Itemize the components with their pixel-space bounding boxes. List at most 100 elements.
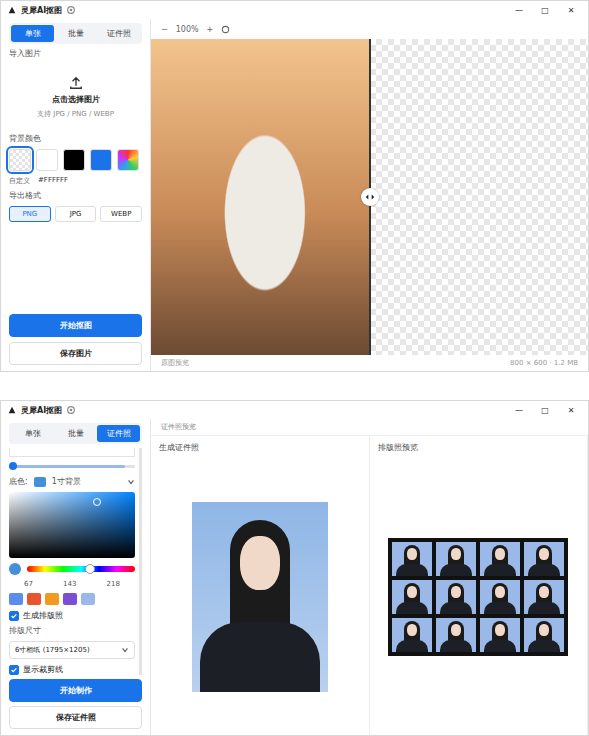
save-button[interactable]: 保存证件照 <box>9 706 142 729</box>
layout-checkbox[interactable]: 生成排版照 <box>9 610 135 621</box>
checkbox[interactable] <box>9 611 19 621</box>
hue-row <box>9 563 135 575</box>
mode-tab[interactable]: 单张 <box>11 25 54 42</box>
background-label: 底色: <box>9 476 28 487</box>
settings-icon[interactable] <box>66 405 76 415</box>
matting-window: 灵犀AI抠图 — □ ✕ 单张批量证件照 导入图片 点击选择图片 支持 JPG / … <box>0 0 589 372</box>
start-button[interactable]: 开始制作 <box>9 679 142 702</box>
checkbox[interactable] <box>9 665 19 675</box>
settings-scroll: 底色: 1寸背景 67 143 218 生成排版照 排版尺寸 6寸相纸 (1795×… <box>9 448 142 675</box>
layout-photo <box>436 618 476 652</box>
window-control[interactable]: — <box>508 6 530 15</box>
status-right: 800 × 600 · 1.2 MB <box>510 359 578 367</box>
page: 灵犀AI抠图 — □ ✕ 单张批量证件照 导入图片 点击选择图片 支持 JPG / … <box>0 0 589 736</box>
original-photo <box>151 39 370 355</box>
window-title: 灵犀AI抠图 <box>21 5 62 16</box>
window-control[interactable]: □ <box>534 406 556 415</box>
mode-tab[interactable]: 证件照 <box>97 425 140 442</box>
size-select[interactable]: 6寸相纸 (1795×1205) <box>9 641 135 659</box>
size-label: 排版尺寸 <box>9 626 135 636</box>
window-control[interactable]: ✕ <box>560 6 582 15</box>
background-select[interactable]: 1寸背景 <box>52 476 121 487</box>
layout-photo <box>524 618 564 652</box>
id-photo-pane: 生成证件照 <box>151 436 370 735</box>
preset-swatch[interactable] <box>9 593 23 605</box>
rgb-value[interactable]: 218 <box>107 580 120 588</box>
mode-tab[interactable]: 批量 <box>54 25 97 42</box>
layout-sheet <box>388 538 568 656</box>
side-panel: 单张批量证件照 底色: 1寸背景 67 143 218 生成排版照 排版尺寸 6寸相… <box>1 419 151 735</box>
custom-value[interactable]: #FFFFFF <box>38 176 68 186</box>
color-swatch[interactable] <box>9 149 31 171</box>
slider[interactable] <box>9 465 135 468</box>
format-options: PNGJPGWEBP <box>9 206 142 222</box>
format-option[interactable]: WEBP <box>100 206 142 222</box>
status-bar: 原图预览 800 × 600 · 1.2 MB <box>151 355 588 371</box>
rgb-value[interactable]: 143 <box>63 580 76 588</box>
background-row: 底色: 1寸背景 <box>9 476 135 487</box>
window-control[interactable]: — <box>508 406 530 415</box>
zoom-value: 100% <box>176 25 199 34</box>
layout-photo <box>480 618 520 652</box>
rgb-values: 67 143 218 <box>9 580 135 588</box>
hue-slider[interactable] <box>27 566 135 572</box>
compare-handle-icon[interactable] <box>361 188 379 206</box>
background-label: 背景颜色 <box>9 134 142 144</box>
swatch-row <box>9 149 142 171</box>
pane-title: 生成证件照 <box>151 436 369 459</box>
mode-tab[interactable]: 单张 <box>11 425 54 442</box>
hidden-field <box>9 448 135 457</box>
title-bar: 灵犀AI抠图 — □ ✕ <box>1 401 588 419</box>
preview-header: 证件照预览 <box>151 419 588 436</box>
hue-knob[interactable] <box>85 564 95 574</box>
mode-tabs: 单张批量证件照 <box>9 423 142 444</box>
layout-photo <box>480 580 520 614</box>
app-logo-icon <box>7 5 17 15</box>
transparent-result <box>370 39 589 355</box>
compare-divider[interactable] <box>369 39 371 355</box>
upload-text: 点击选择图片 <box>52 94 100 105</box>
settings-icon[interactable] <box>66 5 76 15</box>
start-button[interactable]: 开始抠图 <box>9 314 142 337</box>
upload-icon <box>69 76 83 90</box>
side-panel: 单张批量证件照 导入图片 点击选择图片 支持 JPG / PNG / WEBP … <box>1 19 151 371</box>
preset-swatch[interactable] <box>45 593 59 605</box>
layout-photo <box>436 580 476 614</box>
upload-hint: 支持 JPG / PNG / WEBP <box>37 109 114 119</box>
id-photo <box>192 502 328 692</box>
mode-tab[interactable]: 证件照 <box>97 25 140 42</box>
color-swatch[interactable] <box>36 149 58 171</box>
color-swatch[interactable] <box>90 149 112 171</box>
save-button[interactable]: 保存图片 <box>9 342 142 365</box>
preset-swatch[interactable] <box>63 593 77 605</box>
window-title: 灵犀AI抠图 <box>21 405 62 416</box>
mode-tab[interactable]: 批量 <box>54 425 97 442</box>
layout-photo <box>524 542 564 576</box>
layout-pane: 排版照预览 <box>370 436 589 735</box>
chevron-down-icon <box>121 646 129 654</box>
color-picker[interactable] <box>9 492 135 558</box>
window-control[interactable]: □ <box>534 6 556 15</box>
zoom-in-button[interactable]: + <box>207 25 214 34</box>
layout-photo <box>524 580 564 614</box>
slider-knob[interactable] <box>9 462 17 470</box>
preview-area: − 100% + 原图预览 800 × 600 · 1.2 MB <box>151 19 588 371</box>
preview-area: 证件照预览 生成证件照 排版照预览 <box>151 419 588 735</box>
upload-area[interactable]: 点击选择图片 支持 JPG / PNG / WEBP <box>9 64 142 129</box>
zoom-out-button[interactable]: − <box>161 25 168 34</box>
layout-photo <box>480 542 520 576</box>
picker-cursor[interactable] <box>93 498 101 506</box>
preset-swatch[interactable] <box>81 593 95 605</box>
rgb-value[interactable]: 67 <box>24 580 33 588</box>
compare-canvas[interactable] <box>151 39 588 355</box>
format-option[interactable]: PNG <box>9 206 51 222</box>
reset-icon[interactable] <box>221 25 230 34</box>
color-swatch[interactable] <box>117 149 139 171</box>
cropline-checkbox[interactable]: 显示裁剪线 <box>9 664 135 675</box>
preset-swatch[interactable] <box>27 593 41 605</box>
color-swatch[interactable] <box>63 149 85 171</box>
format-option[interactable]: JPG <box>55 206 97 222</box>
window-control[interactable]: ✕ <box>560 406 582 415</box>
layout-photo <box>392 542 432 576</box>
pane-title: 排版照预览 <box>370 436 588 459</box>
